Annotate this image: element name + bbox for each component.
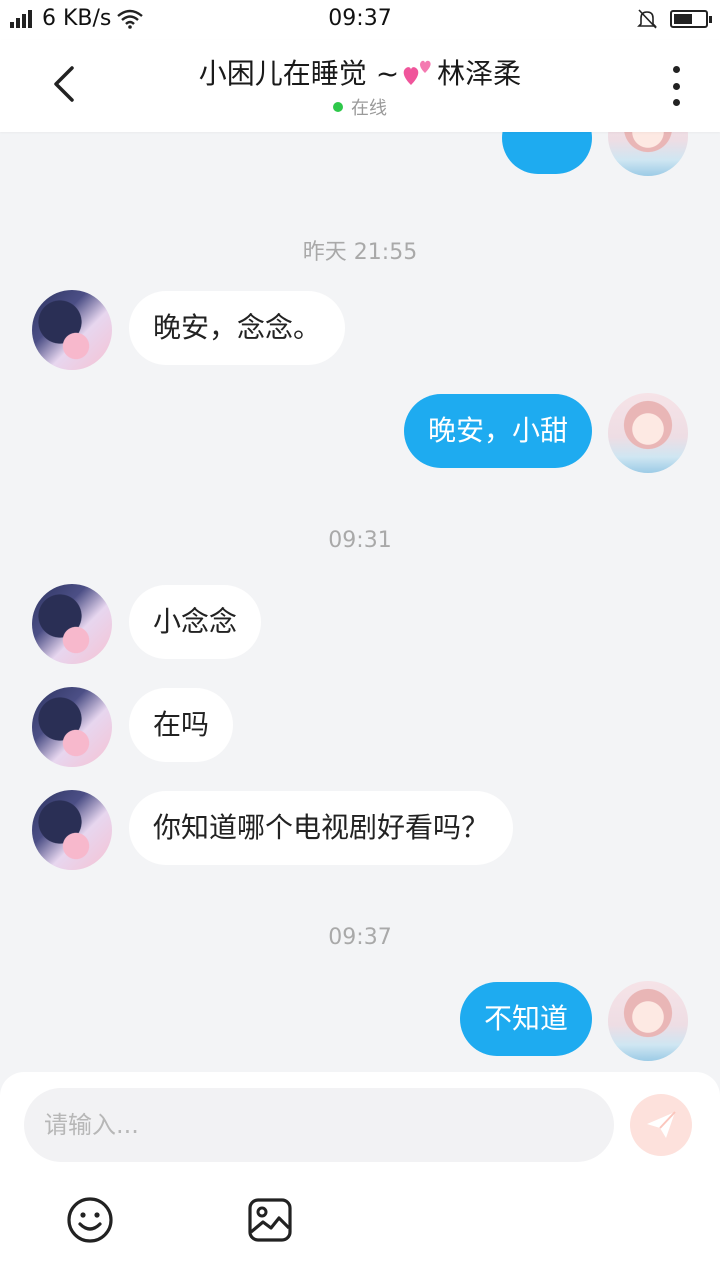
emoji-message-bubble	[502, 132, 592, 174]
timestamp: 昨天 21:55	[302, 240, 418, 265]
my-avatar[interactable]	[608, 132, 688, 176]
contact-avatar[interactable]	[32, 584, 112, 664]
status-time: 09:37	[328, 6, 392, 31]
message-bubble-incoming[interactable]: 小念念	[129, 585, 262, 659]
two-hearts-icon	[403, 60, 431, 85]
image-icon[interactable]	[246, 1196, 294, 1244]
title-prefix: 小困儿在睡觉 ~	[198, 57, 400, 90]
chat-title: 小困儿在睡觉 ~ 林泽柔	[199, 52, 521, 92]
emoji-icon[interactable]	[66, 1196, 114, 1244]
mute-bell-icon	[637, 9, 657, 29]
timestamp: 09:31	[328, 528, 392, 553]
chat-header: 小困儿在睡觉 ~ 林泽柔 在线	[0, 40, 720, 132]
message-bubble-incoming[interactable]: 你知道哪个电视剧好看吗？	[129, 791, 514, 865]
status-right	[636, 8, 712, 30]
more-vertical-icon[interactable]	[670, 66, 682, 106]
online-status: 在线	[120, 94, 600, 120]
battery-level	[674, 14, 692, 24]
online-dot-icon	[333, 102, 343, 112]
contact-avatar[interactable]	[32, 290, 112, 370]
my-avatar[interactable]	[608, 981, 688, 1061]
chat-messages[interactable]: 昨天 21:55 晚安，念念。 晚安，小甜 09:31 小念念 在吗 你知道哪个…	[0, 132, 720, 1072]
back-arrow-icon[interactable]	[46, 62, 86, 106]
title-suffix: 林泽柔	[437, 57, 522, 90]
contact-avatar[interactable]	[32, 790, 112, 870]
battery-icon	[670, 10, 712, 28]
status-bar: 6 KB/s 09:37	[0, 0, 720, 40]
input-bar	[0, 1072, 720, 1280]
message-bubble-incoming[interactable]: 在吗	[129, 688, 234, 762]
send-button[interactable]	[630, 1094, 692, 1156]
message-bubble-outgoing[interactable]: 不知道	[459, 982, 592, 1056]
title-block: 小困儿在睡觉 ~ 林泽柔 在线	[120, 52, 600, 120]
timestamp: 09:37	[328, 925, 392, 950]
message-bubble-incoming[interactable]: 晚安，念念。	[129, 291, 346, 365]
my-avatar[interactable]	[608, 393, 688, 473]
online-status-text: 在线	[351, 98, 387, 119]
contact-avatar[interactable]	[32, 687, 112, 767]
message-input[interactable]	[24, 1088, 614, 1162]
message-bubble-outgoing[interactable]: 晚安，小甜	[403, 394, 592, 468]
send-icon	[647, 1111, 676, 1138]
